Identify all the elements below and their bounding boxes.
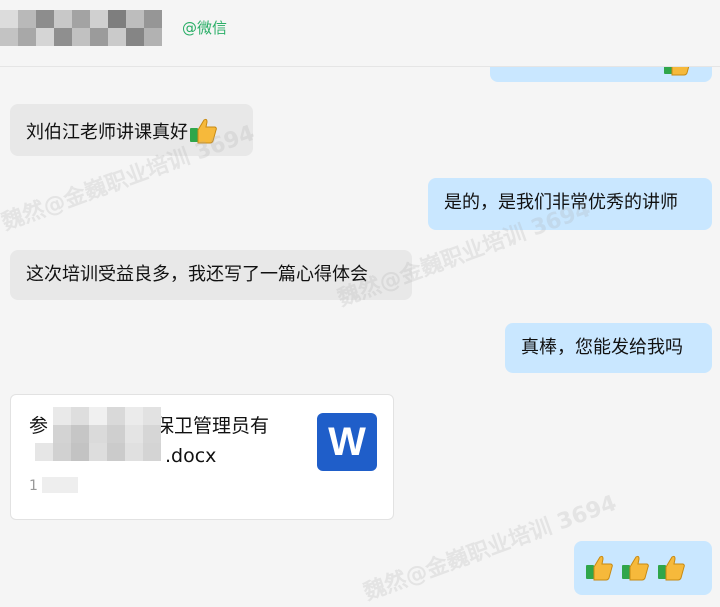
blurred-file-name [35,403,169,465]
thumbs-up-icon [656,553,686,581]
message-bubble-right[interactable] [574,541,712,595]
thumbs-up-icon [188,116,218,144]
file-message-card[interactable]: 参的保卫管理员有 .docx 1 W [10,394,394,520]
chat-header: @微信 [0,0,720,67]
header-tag: @微信 [182,19,228,37]
blurred-contact-name [0,6,180,46]
message-text: 刘伯江老师讲课真好 [26,122,188,143]
file-name-line2: .docx [165,445,217,467]
message-text: 真棒，您能发给我吗 [521,337,683,358]
message-bubble-left[interactable]: 刘伯江老师讲课真好 [10,104,253,156]
file-size: 1 [29,477,79,494]
thumbs-up-icon [584,553,614,581]
word-file-icon: W [317,413,377,471]
message-bubble-right[interactable]: 真棒，您能发给我吗 [505,323,712,373]
message-text: 这次培训受益良多，我还写了一篇心得体会 [26,264,368,285]
message-text: 是的，是我们非常优秀的讲师 [444,192,678,213]
thumbs-up-icon [620,553,650,581]
message-bubble-left[interactable]: 这次培训受益良多，我还写了一篇心得体会 [10,250,412,300]
message-bubble-right[interactable]: 是的，是我们非常优秀的讲师 [428,178,712,230]
